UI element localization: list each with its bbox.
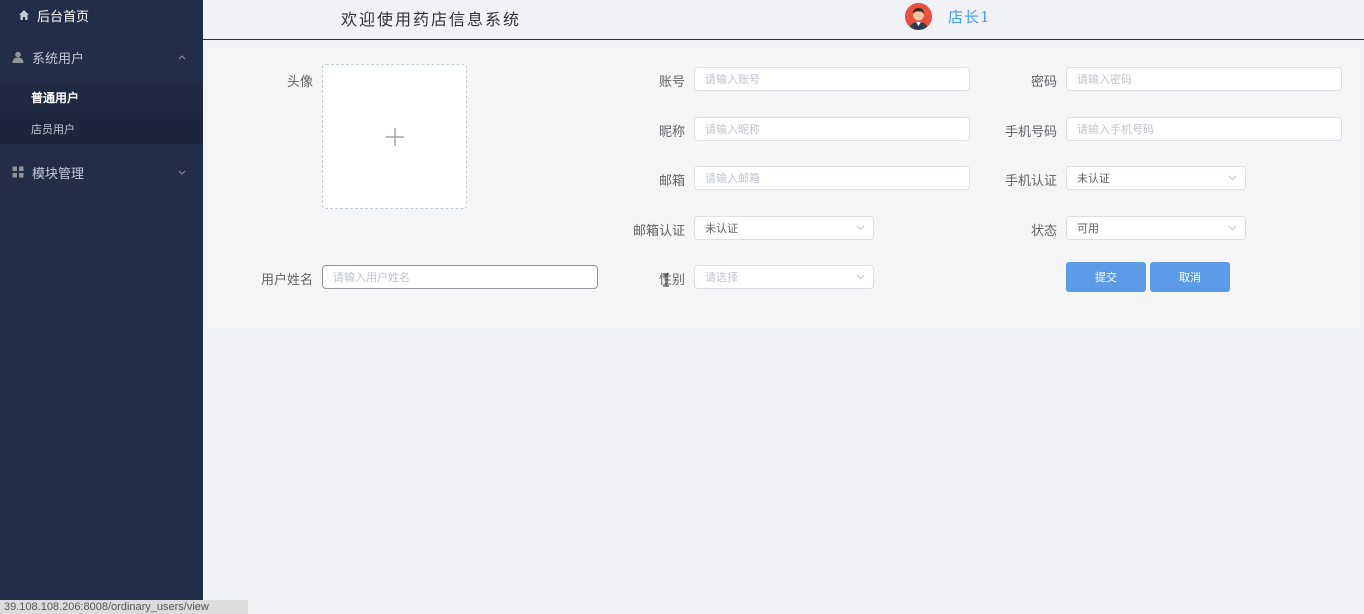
sidebar-item-label: 店员用户 [31,122,75,136]
real-name-label: 用户姓名 [260,273,313,288]
email-verified-select[interactable]: 未认证 [694,216,874,240]
account-label: 账号 [658,75,685,90]
avatar-label: 头像 [286,75,313,90]
phone-verified-select[interactable]: 未认证 [1066,166,1246,190]
sidebar-group-system-users[interactable]: 系统用户 [0,42,203,72]
chevron-down-icon [1228,225,1237,231]
submit-button[interactable]: 提交 [1066,262,1146,292]
chevron-up-icon [178,55,186,60]
avatar[interactable] [905,3,932,30]
sidebar-item-ordinary-users[interactable]: 普通用户 [0,82,203,113]
top-header: 欢迎使用药店信息系统 店长1 [203,0,1364,40]
email-verified-label: 邮箱认证 [632,224,685,239]
sidebar: 后台首页 系统用户 普通用户 店员用户 模块管理 [0,0,203,614]
sidebar-item-label: 后台首页 [37,9,90,25]
password-label: 密码 [1030,75,1057,90]
email-label: 邮箱 [658,174,685,189]
browser-status-url: 39.108.108.206:8008/ordinary_users/view [0,600,248,614]
gender-label: 性别 [658,273,685,288]
phone-label: 手机号码 [1004,125,1057,140]
select-placeholder: 请选择 [705,271,738,284]
sidebar-item-label: 普通用户 [31,91,80,105]
sidebar-group-module-management[interactable]: 模块管理 [0,157,203,187]
user-icon [12,51,24,63]
status-select[interactable]: 可用 [1066,216,1246,240]
chevron-down-icon [1228,175,1237,181]
status-label: 状态 [1030,224,1057,239]
email-input[interactable]: 请输入邮箱 [694,166,970,190]
grid-icon [12,166,24,178]
plus-icon [385,127,404,146]
cancel-button[interactable]: 取消 [1150,262,1230,292]
nickname-label: 昵称 [658,125,685,140]
chevron-down-icon [178,170,186,175]
sidebar-item-home[interactable]: 后台首页 [0,0,203,30]
password-input[interactable]: 请输入密码 [1066,67,1342,91]
phone-verified-label: 手机认证 [1004,174,1057,189]
avatar-uploader[interactable] [322,64,467,209]
select-value: 未认证 [1077,172,1110,185]
account-input[interactable]: 请输入账号 [694,67,970,91]
page-title: 欢迎使用药店信息系统 [341,10,522,29]
sidebar-group-label: 模块管理 [32,166,85,182]
user-name[interactable]: 店长1 [948,6,991,27]
sidebar-group-label: 系统用户 [32,51,85,67]
sidebar-item-clerk-users[interactable]: 店员用户 [0,113,203,144]
chevron-down-icon [856,225,865,231]
person-avatar-icon [905,3,932,30]
gender-select[interactable]: 请选择 [694,265,874,289]
real-name-input[interactable]: 请输入用户姓名 [322,265,598,289]
select-value: 可用 [1077,222,1099,235]
home-icon [19,10,29,20]
text-cursor-icon [663,273,669,287]
chevron-down-icon [856,274,865,280]
user-form: 头像 账号 请输入账号 密码 请输入密码 昵称 请输入昵称 手机号码 请输入手机… [207,47,1359,329]
select-value: 未认证 [705,222,738,235]
phone-input[interactable]: 请输入手机号码 [1066,117,1342,141]
nickname-input[interactable]: 请输入昵称 [694,117,970,141]
